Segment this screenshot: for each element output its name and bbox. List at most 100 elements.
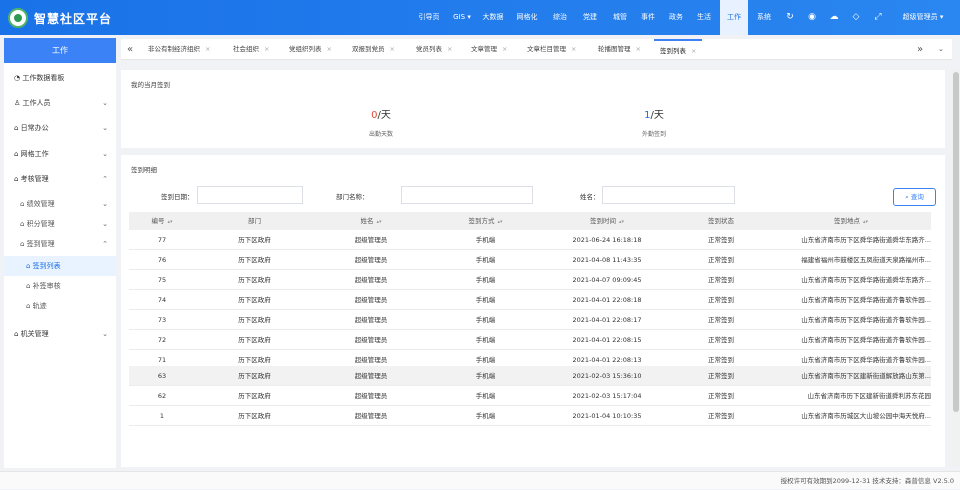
home-icon: ⌂: [14, 175, 21, 183]
table-row[interactable]: 75 历下区政府 超级管理员 手机端 2021-04-07 09:09:45 正…: [129, 270, 931, 290]
name-filter-input[interactable]: [602, 186, 735, 204]
sort-icon[interactable]: ▴▾: [167, 219, 172, 225]
sidebar-item-dashboard[interactable]: ◔ 工作数据看板: [4, 68, 116, 88]
sidebar-item-grid-work[interactable]: ⌂ 网格工作 ⌄: [4, 144, 116, 164]
sort-icon[interactable]: ▴▾: [376, 219, 381, 225]
sidebar-item-checkin-mgmt[interactable]: ⌂ 签到管理 ⌃: [4, 234, 116, 254]
nav-item-party[interactable]: 党建: [578, 0, 602, 35]
close-icon[interactable]: ×: [390, 45, 395, 53]
col-method[interactable]: 签到方式 ▴▾: [428, 212, 543, 230]
nav-item-gis[interactable]: GIS ▾: [448, 0, 476, 35]
col-name[interactable]: 姓名 ▴▾: [314, 212, 428, 230]
cell-name: 超级管理员: [354, 316, 388, 324]
table-row[interactable]: 73 历下区政府 超级管理员 手机端 2021-04-01 22:08:17 正…: [129, 310, 931, 330]
sidebar-item-label: 积分管理: [26, 220, 55, 228]
scroll-left-icon[interactable]: «: [127, 39, 133, 60]
close-icon[interactable]: ×: [205, 45, 210, 53]
close-icon[interactable]: ×: [264, 45, 269, 53]
sidebar-item-checkin-list[interactable]: ⌂ 签到列表: [4, 256, 116, 276]
tab-checkin-list[interactable]: 签到列表 ×: [654, 39, 703, 60]
nav-item-life[interactable]: 生活: [692, 0, 716, 35]
tab-nonpublic-econ[interactable]: 非公有制经济组织 ×: [148, 39, 210, 60]
table-row[interactable]: 74 历下区政府 超级管理员 手机端 2021-04-01 22:08:18 正…: [129, 290, 931, 310]
refresh-icon[interactable]: ↻: [783, 10, 797, 24]
tab-carousel[interactable]: 轮播图管理 ×: [598, 39, 641, 60]
cell-method: 手机端: [475, 392, 496, 400]
tab-party-org-list[interactable]: 党组织列表 ×: [289, 39, 332, 60]
nav-item-gov[interactable]: 政务: [664, 0, 688, 35]
table-row[interactable]: 1 历下区政府 超级管理员 手机端 2021-01-04 10:10:35 正常…: [129, 406, 931, 426]
table-row[interactable]: 76 历下区政府 超级管理员 手机端 2021-04-08 11:43:35 正…: [129, 250, 931, 270]
close-icon[interactable]: ×: [636, 45, 641, 53]
cell-method: 手机端: [475, 236, 496, 244]
close-icon[interactable]: ×: [327, 45, 332, 53]
nav-item-urban[interactable]: 城管: [608, 0, 632, 35]
col-time[interactable]: 签到时间 ▴▾: [543, 212, 671, 230]
tab-label: 文章栏目管理: [527, 45, 566, 53]
footer: 授权许可有效期到2099-12-31 技术支持：森普信息 V2.5.0: [0, 471, 960, 489]
nav-item-grid[interactable]: 网格化: [512, 0, 542, 35]
close-icon[interactable]: ×: [502, 45, 507, 53]
sidebar-item-office[interactable]: ⌂ 日常办公 ⌄: [4, 118, 116, 138]
notification-icon[interactable]: ◉: [805, 10, 819, 24]
tab-social-org[interactable]: 社会组织 ×: [233, 39, 269, 60]
table-row[interactable]: 77 历下区政府 超级管理员 手机端 2021-06-24 16:18:18 正…: [129, 230, 931, 250]
nav-item-work[interactable]: 工作: [720, 0, 748, 35]
sort-icon[interactable]: ▴▾: [497, 219, 502, 225]
app-logo[interactable]: 智慧社区平台: [8, 8, 112, 28]
sidebar-item-assessment[interactable]: ⌂ 考核管理 ⌃: [4, 169, 116, 189]
attendance-unit: /天: [377, 110, 391, 121]
sidebar-item-label: 轨迹: [32, 302, 47, 310]
date-filter-input[interactable]: [197, 186, 303, 204]
scroll-right-icon[interactable]: »: [917, 39, 923, 60]
table-row[interactable]: 62 历下区政府 超级管理员 手机端 2021-02-03 15:17:04 正…: [129, 386, 931, 406]
sort-icon[interactable]: ▴▾: [863, 219, 868, 225]
cell-time: 2021-04-01 22:08:17: [572, 316, 642, 324]
cell-method: 手机端: [475, 372, 496, 380]
tab-article-column[interactable]: 文章栏目管理 ×: [527, 39, 576, 60]
table-row[interactable]: 63 历下区政府 超级管理员 手机端 2021-02-03 15:36:10 正…: [129, 366, 931, 386]
nav-item-governance[interactable]: 综治: [548, 0, 572, 35]
sort-icon[interactable]: ▴▾: [619, 219, 624, 225]
sidebar-item-track[interactable]: ⌂ 轨迹: [4, 296, 116, 316]
nav-item-bigdata[interactable]: 大数据: [478, 0, 508, 35]
sidebar-item-label: 工作数据看板: [22, 74, 65, 82]
sidebar-item-points[interactable]: ⌂ 积分管理 ⌄: [4, 214, 116, 234]
col-label: 签到时间: [589, 217, 616, 225]
chevron-down-icon[interactable]: ⌄: [938, 39, 944, 60]
query-label: 查询: [910, 193, 924, 201]
tab-member-list[interactable]: 党员列表 ×: [416, 39, 452, 60]
scrollbar-thumb[interactable]: [953, 72, 959, 412]
nav-item-guide[interactable]: 引导页: [412, 0, 446, 35]
nav-item-system[interactable]: 系统: [752, 0, 776, 35]
col-id[interactable]: 编号 ▴▾: [129, 212, 195, 230]
table-row[interactable]: 72 历下区政府 超级管理员 手机端 2021-04-01 22:08:15 正…: [129, 330, 931, 350]
cell-place: 山东省济南市历城区大山坡公园中海天悦府...: [801, 412, 931, 420]
tab-article-mgmt[interactable]: 文章管理 ×: [471, 39, 507, 60]
cell-status: 正常签到: [708, 392, 734, 400]
cell-dept: 历下区政府: [238, 412, 271, 420]
col-label: 部门: [248, 217, 261, 225]
sidebar-item-performance[interactable]: ⌂ 绩效管理 ⌄: [4, 194, 116, 214]
query-button[interactable]: ⌕ 查询: [893, 188, 936, 206]
col-place[interactable]: 签到地点 ▴▾: [771, 212, 931, 230]
sidebar-item-agency[interactable]: ⌂ 机关管理 ⌄: [4, 324, 116, 344]
close-icon[interactable]: ×: [571, 45, 576, 53]
dept-filter-input[interactable]: [401, 186, 533, 204]
user-menu[interactable]: 超级管理员 ▾: [893, 0, 953, 35]
cell-dept: 历下区政府: [238, 256, 271, 264]
close-icon[interactable]: ×: [691, 47, 696, 55]
nav-item-event[interactable]: 事件: [636, 0, 660, 35]
sidebar-item-resign-review[interactable]: ⌂ 补签审核: [4, 276, 116, 296]
cell-dept: 历下区政府: [238, 372, 271, 380]
home-icon: ⌂: [14, 150, 21, 158]
tab-dual-report[interactable]: 双报到党员 ×: [352, 39, 395, 60]
sidebar-item-staff[interactable]: ♙ 工作人员 ⌄: [4, 93, 116, 113]
chevron-down-icon: ⌄: [102, 220, 108, 228]
fullscreen-icon[interactable]: ⤢: [871, 10, 885, 24]
vertical-scrollbar[interactable]: [952, 70, 960, 467]
cell-name: 超级管理员: [354, 256, 388, 264]
cloud-icon[interactable]: ☁: [827, 10, 841, 24]
tag-icon[interactable]: ◇: [849, 10, 863, 24]
close-icon[interactable]: ×: [447, 45, 452, 53]
